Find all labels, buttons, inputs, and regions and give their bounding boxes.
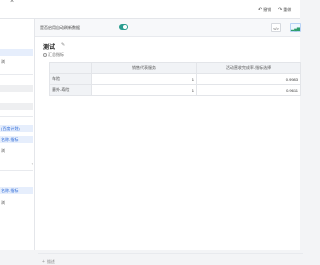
left-panel-row[interactable]: 浏 (0, 199, 33, 206)
divider (0, 170, 33, 171)
left-panel-row[interactable]: 浏 (0, 58, 33, 65)
divider (38, 253, 303, 254)
description-label: 描述 (46, 259, 55, 264)
divider (0, 116, 33, 117)
table-cell: 0.9983 (196, 73, 301, 85)
table-cell-dimension: 意外-寿险 (49, 84, 92, 96)
auto-refresh-toggle[interactable] (119, 24, 128, 30)
left-panel-row-selected[interactable] (0, 49, 33, 56)
toolbar: 是否启用自动刷新数据 </> ▂▄▆ (35, 19, 301, 37)
left-panel-row[interactable] (0, 21, 33, 28)
left-panel-row-selected[interactable]: (百度计划) (0, 125, 33, 132)
card-title: 测试 (43, 45, 56, 51)
table-header-row: 销售代表服务 活动营收完成率-指标选择 (49, 62, 301, 74)
left-panel-row[interactable]: 浏 (0, 147, 33, 154)
table-header-cell[interactable]: 活动营收完成率-指标选择 (196, 62, 301, 74)
table-cell: 0.9611 (196, 84, 301, 96)
summary-metric-toggle[interactable]: 汇总指标 (43, 52, 64, 58)
left-panel-row-selected[interactable]: 名称-指标 (0, 187, 33, 194)
undo-icon: ↶ (258, 7, 263, 13)
summary-metric-label: 汇总指标 (48, 52, 64, 57)
add-description-button[interactable]: + 描述 (42, 259, 55, 265)
close-icon[interactable]: × (10, 0, 14, 5)
plus-icon: + (42, 259, 45, 265)
top-bar: × ↶ 撤销 ↷ 重做 (0, 0, 300, 19)
chevron-left-icon[interactable]: ‹ (32, 161, 33, 166)
table-cell: 1 (91, 84, 197, 96)
left-panel: 浏 (百度计划) 名称-指标 浏 ‹ 名称-指标 浏 (0, 19, 35, 250)
divider (0, 74, 33, 75)
undo-button[interactable]: ↶ 撤销 (258, 7, 271, 13)
table-cell-dimension: 车险 (49, 73, 92, 85)
table-row: 车险 1 0.9983 (49, 73, 301, 85)
left-panel-row[interactable] (0, 103, 33, 110)
left-panel-row-selected[interactable]: 名称-指标 (0, 136, 33, 143)
edit-icon[interactable]: ✎ (61, 42, 65, 48)
chart-icon[interactable]: ▂▄▆ (290, 23, 301, 32)
data-table: 销售代表服务 活动营收完成率-指标选择 车险 1 0.9983 意外-寿险 1 … (49, 62, 301, 96)
left-panel-row[interactable] (0, 85, 33, 92)
redo-button[interactable]: ↷ 重做 (278, 7, 291, 13)
redo-label: 重做 (283, 7, 292, 12)
table-header-cell[interactable]: 销售代表服务 (91, 62, 197, 74)
code-view-button[interactable]: </> (271, 23, 281, 32)
redo-icon: ↷ (278, 7, 283, 13)
table-cell: 1 (91, 73, 197, 85)
table-header-cell (49, 62, 92, 74)
auto-refresh-label: 是否启用自动刷新数据 (40, 25, 80, 30)
radio-icon (43, 53, 47, 57)
table-card: 测试 ✎ 汇总指标 销售代表服务 活动营收完成率-指标选择 车险 1 0.998… (38, 38, 303, 265)
main-panel: 是否启用自动刷新数据 </> ▂▄▆ 测试 ✎ 汇总指标 销售代表服务 活动营收… (35, 19, 303, 265)
undo-label: 撤销 (263, 7, 272, 12)
table-row: 意外-寿险 1 0.9611 (49, 84, 301, 96)
